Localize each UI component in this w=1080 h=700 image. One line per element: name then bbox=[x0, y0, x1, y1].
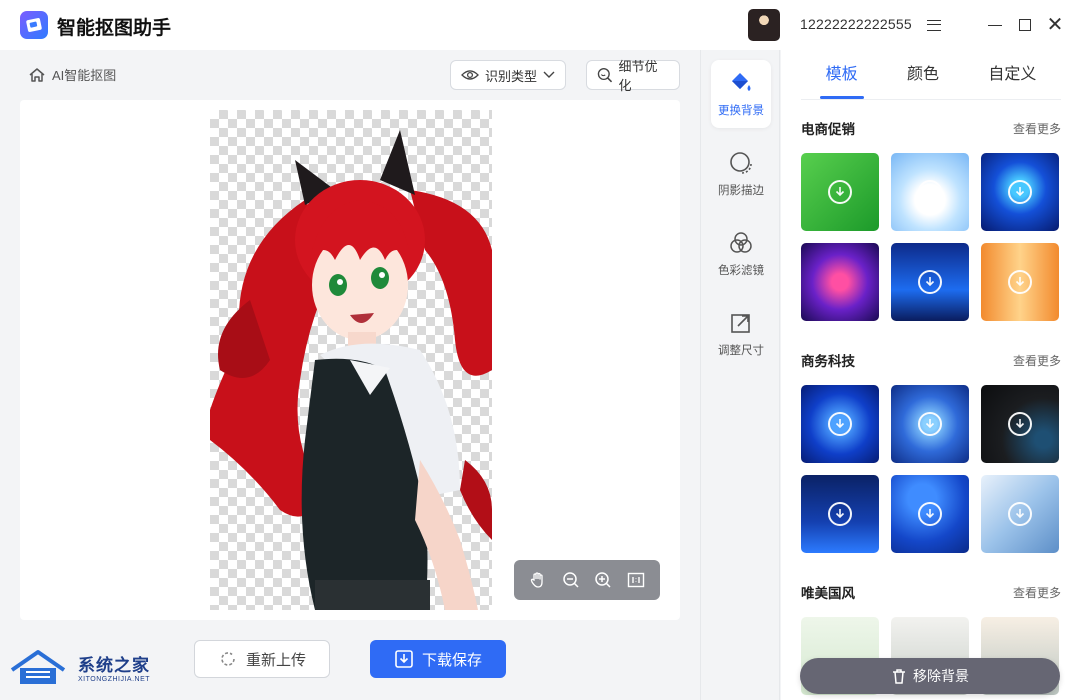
image-canvas[interactable] bbox=[20, 100, 680, 620]
download-icon bbox=[1008, 412, 1032, 436]
zoom-toolbar bbox=[514, 560, 660, 600]
tool-resize[interactable]: 调整尺寸 bbox=[711, 300, 771, 368]
template-thumbnail[interactable] bbox=[801, 243, 879, 321]
tool-label: 调整尺寸 bbox=[718, 345, 764, 357]
template-thumbnail[interactable] bbox=[801, 475, 879, 553]
title-bar: 智能抠图助手 12222222222555 ✕ bbox=[0, 0, 1080, 50]
download-save-button[interactable]: 下载保存 bbox=[370, 640, 506, 678]
download-icon bbox=[828, 180, 852, 204]
view-more-link[interactable]: 查看更多 bbox=[1013, 352, 1061, 369]
tool-change-background[interactable]: 更换背景 bbox=[711, 60, 771, 128]
trash-icon bbox=[893, 669, 905, 684]
tool-sidebar: 更换背景 阴影描边 色彩滤镜 调整尺寸 bbox=[700, 50, 780, 700]
download-icon bbox=[918, 180, 942, 204]
reupload-button[interactable]: 重新上传 bbox=[194, 640, 330, 678]
download-icon bbox=[1008, 180, 1032, 204]
app-logo-icon bbox=[20, 11, 48, 39]
section-title: 唯美国风 bbox=[801, 586, 855, 601]
template-thumbnail[interactable] bbox=[801, 385, 879, 463]
section-header: 商务科技 查看更多 bbox=[801, 350, 1061, 370]
zoom-out-icon[interactable] bbox=[559, 568, 583, 592]
download-icon bbox=[918, 502, 942, 526]
watermark-house-icon bbox=[10, 650, 66, 684]
tab-template[interactable]: 模板 bbox=[819, 50, 864, 100]
watermark-cn: 系统之家 bbox=[78, 656, 150, 675]
watermark-en: XITONGZHIJIA.NET bbox=[78, 676, 151, 683]
actual-size-icon[interactable] bbox=[624, 568, 648, 592]
download-icon bbox=[828, 412, 852, 436]
tool-shadow-outline[interactable]: 阴影描边 bbox=[711, 140, 771, 208]
background-panel: 模板 颜色 自定义 电商促销 查看更多 商务科技 查看更多 唯美国风 查看更多 bbox=[781, 50, 1080, 700]
section-header: 唯美国风 查看更多 bbox=[801, 582, 1061, 602]
download-icon bbox=[918, 412, 942, 436]
chevron-down-icon bbox=[543, 71, 555, 78]
section-title: 电商促销 bbox=[801, 122, 855, 137]
template-thumbnail[interactable] bbox=[981, 153, 1059, 231]
download-icon bbox=[395, 650, 413, 668]
app-title: 智能抠图助手 bbox=[57, 18, 172, 39]
refine-detail-label: 细节优化 bbox=[618, 59, 658, 93]
remove-background-label: 移除背景 bbox=[913, 668, 969, 684]
panel-tabs: 模板 颜色 自定义 bbox=[801, 50, 1061, 100]
template-thumbnail[interactable] bbox=[891, 475, 969, 553]
refine-detail-button[interactable]: 细节优化 bbox=[586, 59, 680, 93]
color-filter-icon bbox=[730, 232, 752, 253]
minimize-button[interactable] bbox=[983, 13, 1007, 37]
reupload-label: 重新上传 bbox=[245, 651, 306, 669]
resize-icon bbox=[731, 314, 750, 333]
tab-custom[interactable]: 自定义 bbox=[982, 50, 1042, 100]
template-thumbnail[interactable] bbox=[891, 153, 969, 231]
template-thumbnail[interactable] bbox=[891, 243, 969, 321]
recognize-type-dropdown[interactable]: 识别类型 bbox=[450, 60, 566, 90]
section-title: 商务科技 bbox=[801, 354, 855, 369]
download-icon bbox=[828, 502, 852, 526]
template-grid bbox=[801, 385, 1059, 553]
download-save-label: 下载保存 bbox=[421, 651, 482, 669]
template-grid bbox=[801, 153, 1059, 321]
download-icon bbox=[1008, 270, 1032, 294]
hand-pan-icon[interactable] bbox=[526, 568, 550, 592]
remove-background-button[interactable]: 移除背景 bbox=[800, 658, 1060, 694]
shadow-circle-icon bbox=[730, 152, 752, 174]
section-header: 电商促销 查看更多 bbox=[801, 118, 1061, 138]
view-more-link[interactable]: 查看更多 bbox=[1013, 120, 1061, 137]
eye-icon bbox=[461, 70, 479, 80]
cutout-subject-image bbox=[210, 130, 492, 610]
zoom-in-icon[interactable] bbox=[591, 568, 615, 592]
username[interactable]: 12222222222555 bbox=[800, 16, 912, 32]
download-icon bbox=[918, 270, 942, 294]
maximize-button[interactable] bbox=[1013, 13, 1037, 37]
avatar[interactable] bbox=[748, 9, 780, 41]
paint-bucket-icon bbox=[732, 73, 751, 91]
view-more-link[interactable]: 查看更多 bbox=[1013, 584, 1061, 601]
tool-label: 色彩滤镜 bbox=[718, 265, 764, 277]
template-thumbnail[interactable] bbox=[801, 153, 879, 231]
template-thumbnail[interactable] bbox=[981, 385, 1059, 463]
breadcrumb[interactable]: AI智能抠图 bbox=[28, 65, 116, 84]
tool-label: 阴影描边 bbox=[718, 185, 764, 197]
watermark-logo: 系统之家 XITONGZHIJIA.NET bbox=[8, 648, 150, 686]
download-icon bbox=[1008, 502, 1032, 526]
template-thumbnail[interactable] bbox=[981, 475, 1059, 553]
template-thumbnail[interactable] bbox=[981, 243, 1059, 321]
home-icon bbox=[29, 67, 45, 82]
refresh-icon bbox=[221, 652, 235, 666]
recognize-type-label: 识别类型 bbox=[485, 68, 538, 84]
transparent-checkerboard bbox=[210, 110, 492, 610]
close-button[interactable]: ✕ bbox=[1043, 13, 1067, 37]
tool-label: 更换背景 bbox=[718, 105, 764, 117]
template-thumbnail[interactable] bbox=[891, 385, 969, 463]
menu-icon[interactable] bbox=[922, 13, 946, 37]
tab-color[interactable]: 颜色 bbox=[901, 50, 945, 100]
tool-color-filter[interactable]: 色彩滤镜 bbox=[711, 220, 771, 288]
breadcrumb-label: AI智能抠图 bbox=[52, 68, 117, 83]
magnifier-icon bbox=[597, 68, 613, 83]
